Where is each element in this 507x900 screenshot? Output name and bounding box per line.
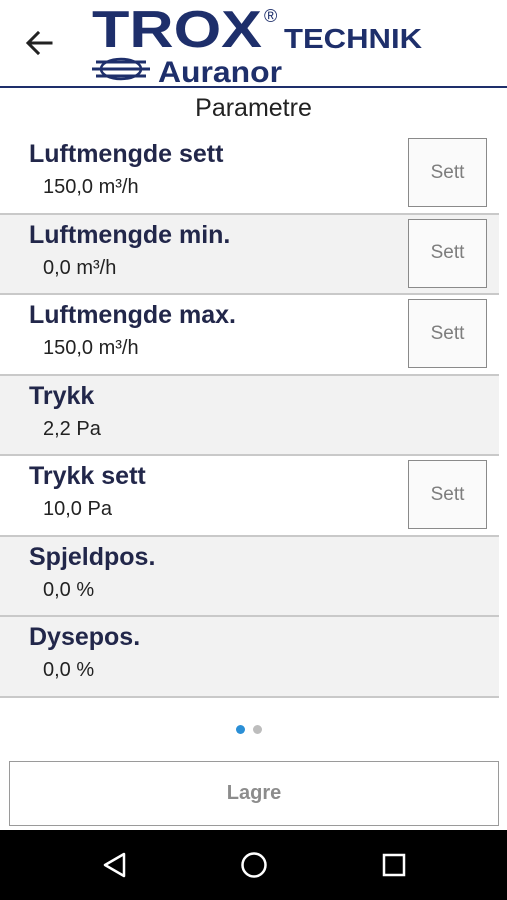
param-row-luftmengde-sett: Luftmengde sett 150,0 m³/h Sett (0, 134, 499, 215)
nav-back-button[interactable] (97, 848, 131, 882)
sett-button-luftmengde-sett[interactable]: Sett (408, 138, 487, 207)
parameter-list: Luftmengde sett 150,0 m³/h Sett Luftmeng… (0, 134, 499, 698)
param-row-trykk-sett: Trykk sett 10,0 Pa Sett (0, 456, 499, 537)
home-circle-icon (241, 852, 267, 878)
save-button[interactable]: Lagre (9, 761, 499, 826)
logo-trox-text: TROX (92, 2, 262, 59)
param-row-luftmengde-min: Luftmengde min. 0,0 m³/h Sett (0, 214, 499, 295)
arrow-left-icon (25, 30, 53, 56)
param-value: 150,0 m³/h (43, 337, 139, 359)
recents-square-icon (382, 853, 406, 877)
page-dot-active[interactable] (236, 725, 245, 734)
param-value: 0,0 % (43, 578, 95, 601)
param-value: 150,0 m³/h (43, 176, 139, 198)
param-value: 2,2 Pa (43, 417, 101, 440)
sett-button-luftmengde-min[interactable]: Sett (408, 218, 487, 288)
param-name: Trykk sett (29, 462, 146, 490)
param-value: 0,0 % (43, 659, 95, 681)
nav-recents-button[interactable] (377, 848, 411, 882)
param-name: Luftmengde sett (29, 140, 224, 168)
page-dot-inactive[interactable] (253, 725, 262, 734)
trox-logo: TROX ® TECHNIK Auranor (92, 1, 432, 89)
back-triangle-icon (103, 852, 126, 878)
system-navigation-bar (0, 830, 507, 900)
param-name: Dysepos. (29, 623, 141, 651)
param-name: Spjeldpos. (29, 542, 156, 571)
nav-home-button[interactable] (237, 848, 271, 882)
param-value: 0,0 m³/h (43, 256, 117, 279)
logo-auranor-text: Auranor (158, 56, 282, 86)
param-row-luftmengde-max: Luftmengde max. 150,0 m³/h Sett (0, 295, 499, 376)
back-button[interactable] (22, 26, 56, 60)
auranor-swirl-icon (92, 57, 150, 81)
param-value: 10,0 Pa (43, 498, 112, 520)
page-indicator (236, 725, 262, 734)
param-name: Luftmengde max. (29, 301, 236, 329)
param-name: Luftmengde min. (29, 220, 231, 249)
sett-button-trykk-sett[interactable]: Sett (408, 460, 487, 529)
param-row-spjeldpos: Spjeldpos. 0,0 % (0, 536, 499, 617)
param-name: Trykk (29, 381, 95, 410)
logo-registered-mark: ® (264, 6, 277, 26)
app-header: TROX ® TECHNIK Auranor (0, 0, 507, 89)
page-title: Parametre (195, 94, 312, 122)
param-row-trykk: Trykk 2,2 Pa (0, 375, 499, 456)
param-row-dysepos: Dysepos. 0,0 % (0, 617, 499, 698)
sett-button-luftmengde-max[interactable]: Sett (408, 299, 487, 368)
logo-technik-text: TECHNIK (284, 23, 422, 54)
